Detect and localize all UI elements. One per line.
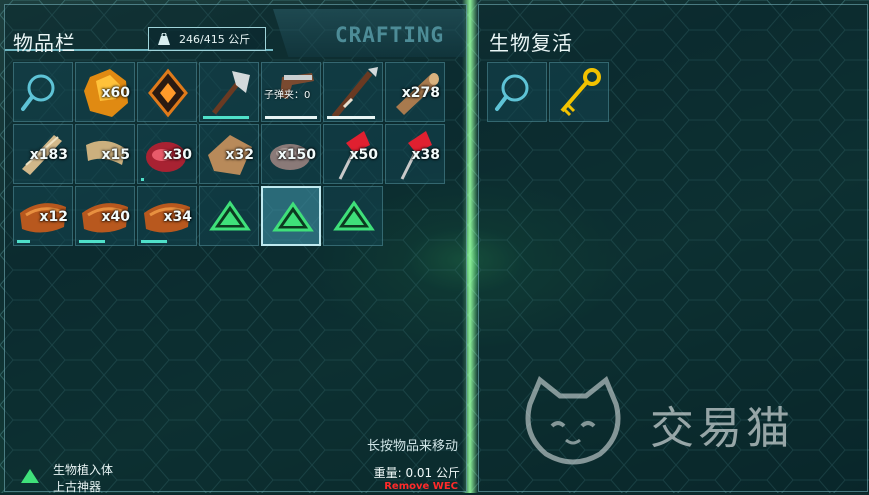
durability-bar bbox=[265, 116, 317, 119]
spoil-bar bbox=[79, 240, 105, 243]
item-quantity: x15 bbox=[101, 147, 130, 163]
inventory-slot[interactable]: x12 bbox=[13, 186, 73, 246]
revive-grid bbox=[487, 62, 609, 122]
spoil-bar bbox=[141, 240, 167, 243]
ammo-count: 子弹夹：0 bbox=[264, 90, 311, 101]
durability-bar bbox=[203, 116, 249, 119]
inventory-slot[interactable] bbox=[323, 186, 383, 246]
inventory-slot[interactable] bbox=[137, 62, 197, 122]
implant-icon bbox=[333, 200, 375, 231]
durability-bar bbox=[327, 116, 375, 119]
weight-icon bbox=[158, 33, 170, 45]
inventory-slot[interactable] bbox=[323, 62, 383, 122]
move-hint-text: 长按物品来移动 bbox=[366, 439, 458, 454]
item-quantity: x40 bbox=[101, 209, 130, 225]
weight-value: 246/415 公斤 bbox=[179, 33, 251, 46]
revive-title: 生物复活 bbox=[489, 31, 573, 55]
inventory-slot[interactable] bbox=[199, 62, 259, 122]
inventory-slot[interactable]: x40 bbox=[75, 186, 135, 246]
inventory-slot[interactable]: x150 bbox=[261, 124, 321, 184]
item-quantity: x12 bbox=[39, 209, 68, 225]
item-quantity: x30 bbox=[163, 147, 192, 163]
magnifier-icon bbox=[21, 74, 55, 111]
inventory-grid: x60 子弹夹：0 x278 x183 x15 x30 x32 x150 x50… bbox=[13, 62, 445, 246]
tab-crafting[interactable]: CRAFTING bbox=[273, 9, 465, 57]
inventory-slot[interactable]: x183 bbox=[13, 124, 73, 184]
hatchet-icon bbox=[212, 71, 250, 115]
selected-item-subtitle: 上古神器 bbox=[53, 480, 102, 494]
crafting-tab-label: CRAFTING bbox=[335, 23, 445, 47]
spoil-bar bbox=[17, 240, 30, 243]
inventory-slot[interactable]: x15 bbox=[75, 124, 135, 184]
remove-button[interactable]: Remove WEC bbox=[384, 481, 458, 492]
item-quantity: x183 bbox=[29, 147, 68, 163]
inventory-slot[interactable]: 子弹夹：0 bbox=[261, 62, 321, 122]
implant-icon bbox=[272, 201, 314, 232]
inventory-slot[interactable] bbox=[13, 62, 73, 122]
item-quantity: x32 bbox=[225, 147, 254, 163]
implant-icon bbox=[21, 469, 39, 483]
item-quantity: x60 bbox=[101, 85, 130, 101]
item-quantity: x34 bbox=[163, 209, 192, 225]
inventory-slot-selected[interactable] bbox=[261, 186, 321, 246]
selected-item-weight: 重量: 0.01 公斤 bbox=[373, 466, 460, 480]
inventory-slot[interactable]: x32 bbox=[199, 124, 259, 184]
spoil-bar bbox=[141, 178, 144, 181]
inventory-panel: CRAFTING 物品栏 246/415 公斤 x60 子弹夹：0 x278 x… bbox=[4, 4, 467, 494]
item-quantity: x50 bbox=[349, 147, 378, 163]
golden-key-icon bbox=[560, 68, 601, 117]
spear-icon bbox=[331, 67, 378, 119]
inventory-slot[interactable]: x50 bbox=[323, 124, 383, 184]
inventory-slot[interactable]: x60 bbox=[75, 62, 135, 122]
magnifier-icon bbox=[495, 74, 529, 111]
weight-indicator: 246/415 公斤 bbox=[148, 27, 266, 51]
inventory-slot[interactable]: x30 bbox=[137, 124, 197, 184]
inventory-slot[interactable]: x278 bbox=[385, 62, 445, 122]
revive-slot[interactable] bbox=[549, 62, 609, 122]
item-quantity: x38 bbox=[411, 147, 440, 163]
item-quantity: x278 bbox=[401, 85, 440, 101]
inventory-slot[interactable]: x34 bbox=[137, 186, 197, 246]
revive-slot[interactable] bbox=[487, 62, 547, 122]
watermark-text: 交易猫 bbox=[650, 403, 794, 454]
inventory-slot[interactable] bbox=[199, 186, 259, 246]
artifact-icon bbox=[148, 68, 188, 118]
item-quantity: x150 bbox=[277, 147, 316, 163]
implant-icon bbox=[209, 200, 251, 231]
inventory-title: 物品栏 bbox=[13, 31, 76, 55]
inventory-slot[interactable]: x38 bbox=[385, 124, 445, 184]
selected-item-name: 生物植入体 bbox=[53, 463, 114, 477]
